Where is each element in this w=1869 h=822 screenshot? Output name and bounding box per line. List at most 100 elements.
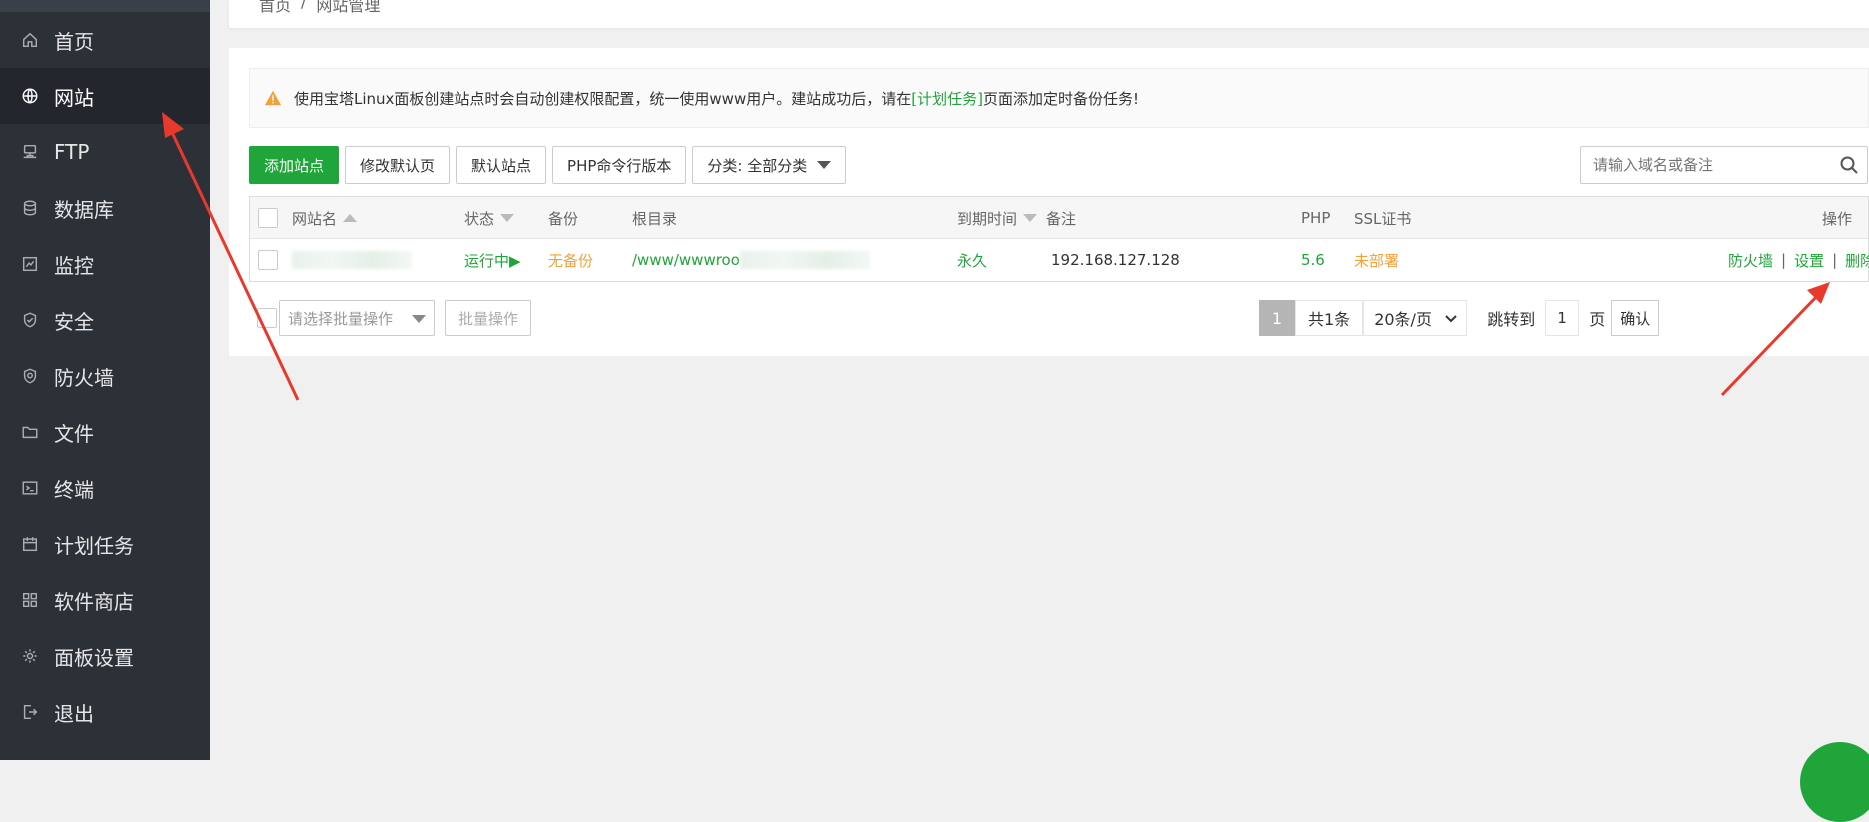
- search-input[interactable]: [1581, 147, 1821, 183]
- footer-select-all-checkbox[interactable]: [257, 308, 277, 328]
- sidebar-item-label: 软件商店: [54, 589, 134, 614]
- col-expire[interactable]: 到期时间: [957, 197, 1038, 239]
- pagination: 1 共1条 20条/页 跳转到 1 页 确认: [1259, 300, 1660, 336]
- col-root: 根目录: [632, 197, 677, 239]
- sort-desc-icon: [500, 214, 515, 222]
- actions-cell: 防火墙 | 设置 | 删除: [1728, 239, 1869, 281]
- sidebar-top-strip: [0, 0, 210, 12]
- add-site-button[interactable]: 添加站点: [249, 146, 340, 184]
- cron-task-link[interactable]: [计划任务]: [911, 88, 983, 109]
- site-name-redacted: [292, 251, 412, 269]
- gear-icon: [20, 646, 40, 666]
- col-ssl-label: SSL证书: [1354, 209, 1412, 228]
- settings-link[interactable]: 设置: [1794, 250, 1824, 271]
- site-table: 网站名 状态 备份 根目录 到期时间 备注 PHP SSL证书 操作 运行中▶ …: [249, 196, 1869, 282]
- home-icon: [20, 30, 40, 50]
- sidebar-item-monitor[interactable]: 监控: [0, 236, 210, 292]
- php-cli-version-button[interactable]: PHP命令行版本: [552, 146, 687, 184]
- sidebar-item-files[interactable]: 文件: [0, 404, 210, 460]
- select-all-checkbox[interactable]: [258, 208, 278, 228]
- delete-link[interactable]: 删除: [1845, 250, 1869, 271]
- jump-page-input[interactable]: 1: [1545, 300, 1580, 336]
- floating-action-button[interactable]: [1800, 742, 1869, 822]
- php-version-cell[interactable]: 5.6: [1301, 239, 1325, 281]
- jump-label: 跳转到: [1487, 310, 1536, 329]
- search-icon[interactable]: [1839, 155, 1859, 175]
- sidebar-item-cron[interactable]: 计划任务: [0, 516, 210, 572]
- batch-operation-select[interactable]: 请选择批量操作: [279, 300, 435, 336]
- breadcrumb-separator: /: [301, 0, 307, 11]
- breadcrumb-current: 网站管理: [316, 0, 381, 15]
- batch-operation-button[interactable]: 批量操作: [445, 300, 532, 336]
- shield-icon: [20, 310, 40, 330]
- total-count: 共1条: [1295, 300, 1364, 336]
- remark-cell[interactable]: 192.168.127.128: [1051, 239, 1180, 281]
- firewall-link[interactable]: 防火墙: [1728, 250, 1773, 271]
- sidebar-item-label: 安全: [54, 309, 94, 334]
- sidebar-item-website[interactable]: 网站: [0, 68, 210, 124]
- sidebar-item-database[interactable]: 数据库: [0, 180, 210, 236]
- action-separator: |: [1832, 251, 1838, 269]
- col-expire-label: 到期时间: [957, 209, 1018, 228]
- col-root-label: 根目录: [632, 209, 678, 228]
- jump-confirm-button[interactable]: 确认: [1611, 300, 1660, 336]
- sort-asc-icon: [343, 214, 358, 222]
- breadcrumb-home[interactable]: 首页: [259, 0, 291, 16]
- col-remark-label: 备注: [1046, 209, 1077, 228]
- sidebar-item-terminal[interactable]: 终端: [0, 460, 210, 516]
- sidebar-item-label: 防火墙: [54, 365, 114, 390]
- default-site-button[interactable]: 默认站点: [456, 146, 547, 184]
- action-separator: |: [1781, 251, 1787, 269]
- monitor-icon: [20, 254, 40, 274]
- edit-default-page-button[interactable]: 修改默认页: [345, 146, 451, 184]
- page-unit: 页: [1589, 310, 1606, 329]
- col-actions-label: 操作: [1822, 209, 1853, 228]
- sidebar-item-label: 文件: [54, 421, 94, 446]
- page-current[interactable]: 1: [1259, 300, 1295, 336]
- database-icon: [20, 198, 40, 218]
- ssl-cell[interactable]: 未部署: [1354, 239, 1399, 281]
- root-dir-redacted: [739, 251, 870, 269]
- col-status[interactable]: 状态: [464, 197, 515, 239]
- sidebar-item-label: 面板设置: [54, 645, 134, 670]
- sidebar-item-panel-settings[interactable]: 面板设置: [0, 628, 210, 684]
- table-row: 运行中▶ 无备份 /www/wwwroo 永久 192.168.127.128 …: [250, 239, 1869, 281]
- root-dir-cell[interactable]: /www/wwwroo: [632, 239, 870, 281]
- sidebar-item-label: 监控: [54, 253, 94, 278]
- grid-icon: [20, 590, 40, 610]
- sidebar-item-security[interactable]: 安全: [0, 292, 210, 348]
- sidebar-item-logout[interactable]: 退出: [0, 684, 210, 740]
- ftp-icon: [20, 142, 40, 162]
- warning-icon: [264, 90, 282, 106]
- sidebar-item-label: 退出: [54, 701, 94, 726]
- firewall-icon: [20, 366, 40, 386]
- chevron-down-icon: [1445, 315, 1457, 323]
- logout-icon: [20, 702, 40, 722]
- caret-down-icon: [412, 315, 426, 323]
- sidebar-item-label: 数据库: [54, 197, 114, 222]
- sidebar: 首页 网站 FTP 数据库 监控 安全 防火墙 文件 终端 计划任务 软件商店: [0, 0, 210, 760]
- per-page-select[interactable]: 20条/页: [1363, 300, 1468, 336]
- sidebar-item-firewall[interactable]: 防火墙: [0, 348, 210, 404]
- status-cell[interactable]: 运行中▶: [464, 239, 521, 281]
- col-status-label: 状态: [464, 209, 495, 228]
- sidebar-item-label: 首页: [54, 29, 94, 54]
- sidebar-item-label: FTP: [54, 140, 90, 164]
- sidebar-item-store[interactable]: 软件商店: [0, 572, 210, 628]
- category-dropdown[interactable]: 分类: 全部分类: [692, 146, 847, 184]
- notice-banner: 使用宝塔Linux面板创建站点时会自动创建权限配置，统一使用www用户。建站成功…: [249, 68, 1869, 128]
- expire-cell[interactable]: 永久: [957, 239, 987, 281]
- site-name-cell[interactable]: [292, 239, 412, 281]
- sidebar-item-label: 网站: [54, 85, 94, 110]
- calendar-icon: [20, 534, 40, 554]
- col-name[interactable]: 网站名: [292, 197, 358, 239]
- sort-desc-icon: [1023, 214, 1038, 222]
- website-panel: 使用宝塔Linux面板创建站点时会自动创建权限配置，统一使用www用户。建站成功…: [229, 48, 1869, 356]
- row-checkbox[interactable]: [258, 250, 278, 270]
- per-page-label: 20条/页: [1374, 310, 1432, 329]
- col-backup: 备份: [548, 197, 578, 239]
- backup-cell[interactable]: 无备份: [548, 239, 593, 281]
- sidebar-item-ftp[interactable]: FTP: [0, 124, 210, 180]
- sidebar-item-home[interactable]: 首页: [0, 12, 210, 68]
- sidebar-item-label: 计划任务: [54, 533, 134, 558]
